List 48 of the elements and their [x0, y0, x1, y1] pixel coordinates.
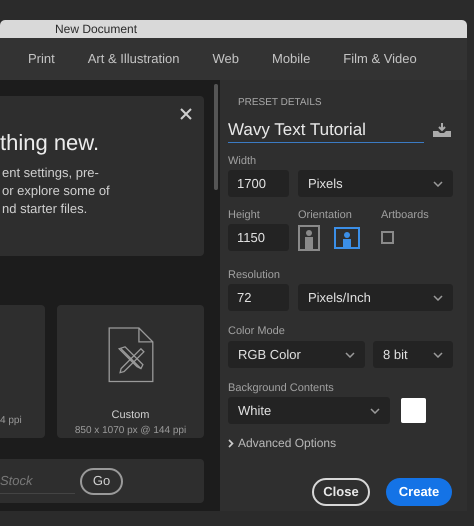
dropdown[interactable]: RGB Color: [228, 341, 365, 368]
create-button[interactable]: Create: [386, 478, 452, 506]
portrait-orientation-icon[interactable]: [298, 224, 320, 250]
intro-heading: thing new.: [0, 130, 100, 156]
field-label: Background Contents: [228, 382, 335, 395]
field-label: Resolution: [228, 269, 281, 282]
window-title: New Document: [55, 21, 138, 38]
preset-name: Custom: [112, 408, 150, 422]
field-label: Width: [228, 155, 258, 168]
chevron-down-icon: [433, 294, 443, 300]
preset-size: 4 ppi: [0, 414, 23, 428]
dropdown[interactable]: 8 bit: [373, 341, 453, 368]
number-field[interactable]: 1700: [228, 170, 289, 197]
preset-tile[interactable]: Custom 850 x 1070 px @ 144 ppi: [57, 305, 204, 438]
section-heading: PRESET DETAILS: [237, 97, 323, 109]
document-pencil-ruler-icon: [108, 327, 154, 382]
close-button[interactable]: Close: [312, 478, 370, 506]
category-tab[interactable]: Print: [28, 49, 55, 69]
chevron-down-icon: [345, 352, 355, 358]
field-label: Orientation: [298, 209, 353, 222]
category-tab[interactable]: Web: [212, 49, 239, 69]
advanced-options-toggle[interactable]: Advanced Options: [228, 434, 453, 452]
document-name-field[interactable]: Wavy Text Tutorial: [228, 117, 424, 143]
download-icon[interactable]: [433, 123, 451, 137]
dropdown[interactable]: Pixels: [298, 170, 453, 197]
chevron-down-icon: [370, 408, 380, 414]
preset-size: 850 x 1070 px @ 144 ppi: [74, 424, 186, 438]
category-tab[interactable]: Art & Illustration: [88, 49, 180, 69]
dropdown[interactable]: White: [228, 397, 390, 424]
artboards-checkbox[interactable]: [381, 231, 394, 244]
field-label: Height: [228, 209, 261, 222]
chevron-down-icon: [433, 352, 443, 358]
color-swatch[interactable]: [401, 398, 426, 423]
scrollbar-thumb[interactable]: [214, 84, 218, 190]
dropdown[interactable]: Pixels/Inch: [298, 284, 453, 311]
field-label: Artboards: [381, 209, 429, 222]
number-field[interactable]: 72: [228, 284, 289, 311]
close-icon[interactable]: [180, 108, 192, 120]
chevron-down-icon: [433, 180, 443, 186]
stock-search-field[interactable]: Stock: [0, 468, 75, 494]
category-tab[interactable]: Mobile: [272, 49, 310, 69]
go-button[interactable]: Go: [80, 468, 123, 494]
number-field[interactable]: 1150: [228, 224, 289, 251]
landscape-orientation-icon[interactable]: [334, 226, 360, 248]
intro-text: ent settings, pre- or explore some of nd starter files.: [1, 164, 111, 218]
field-label: Color Mode: [228, 325, 286, 338]
preset-tile[interactable]: 4 ppi: [0, 305, 45, 438]
category-tab[interactable]: Film & Video: [343, 49, 417, 69]
